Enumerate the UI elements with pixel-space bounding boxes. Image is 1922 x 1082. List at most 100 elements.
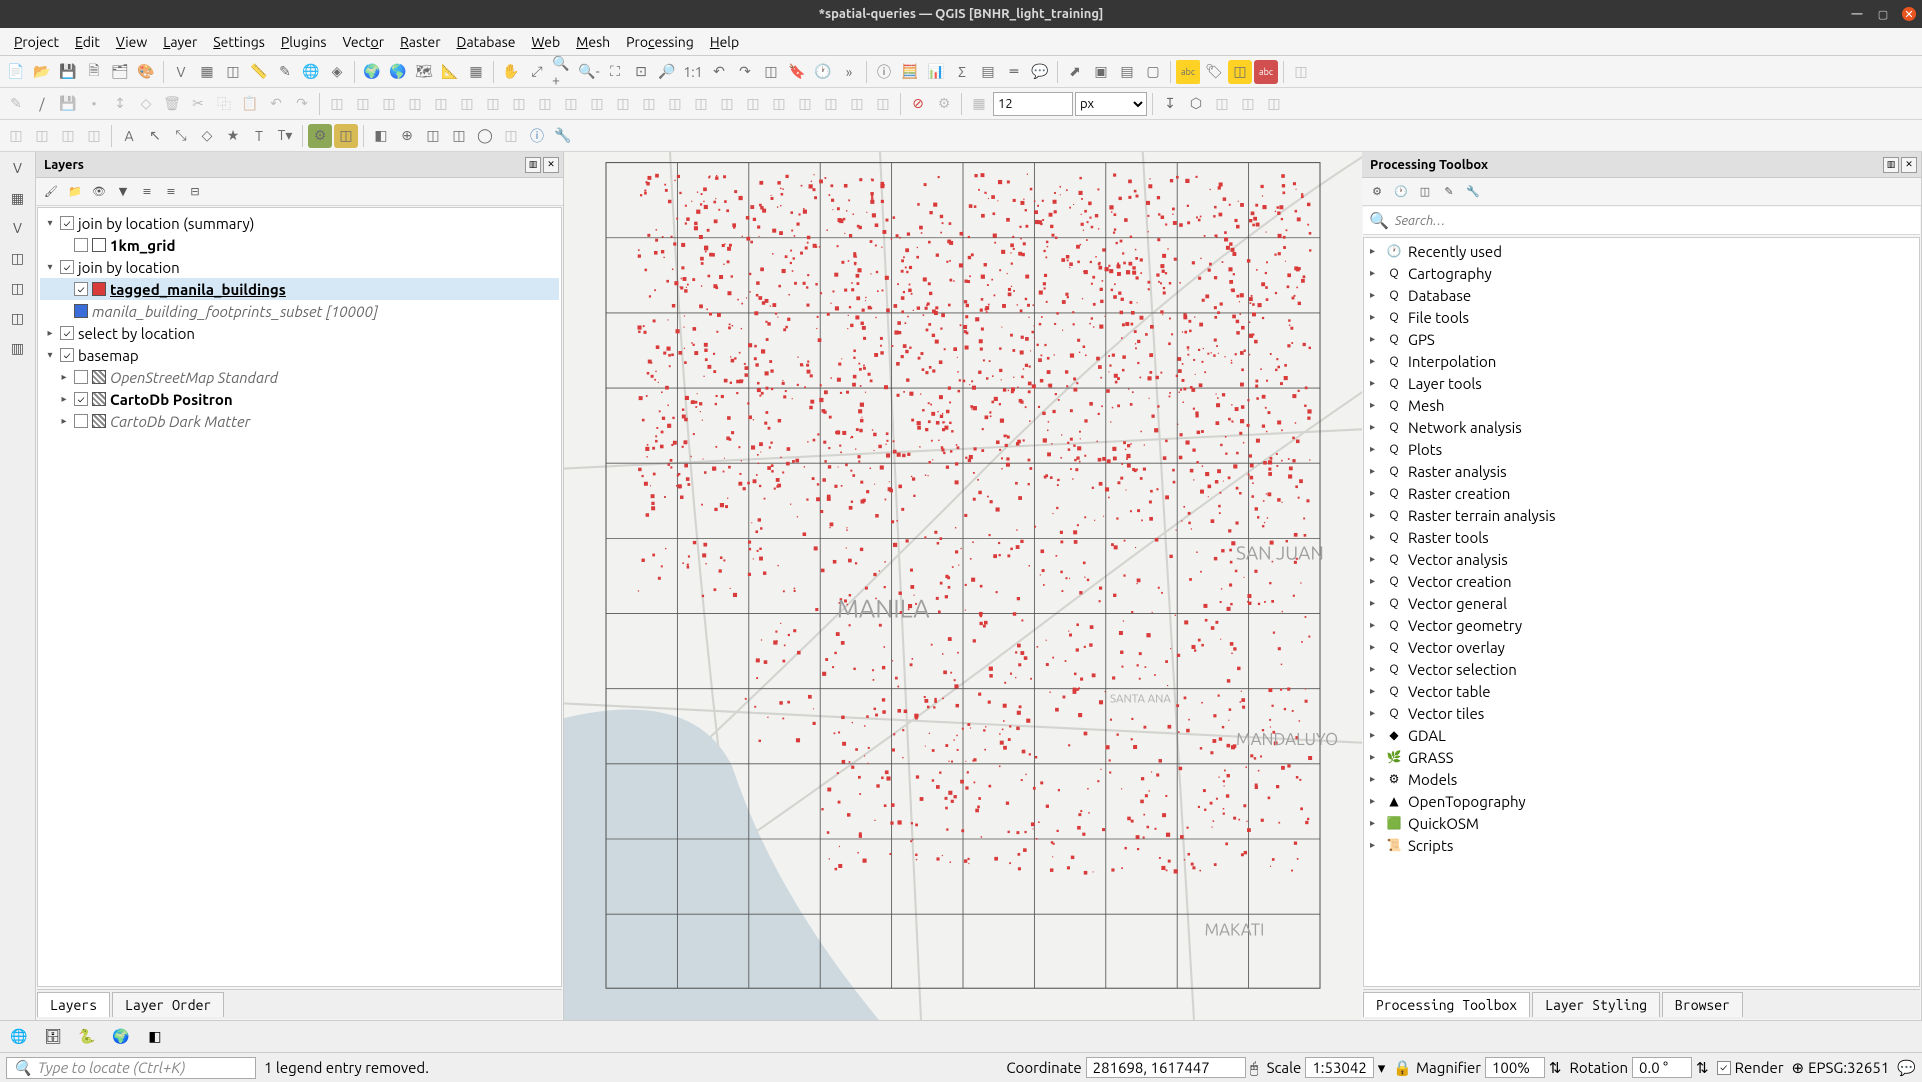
pan-icon[interactable]: ✋ bbox=[499, 60, 523, 84]
layer-visibility-checkbox[interactable] bbox=[74, 414, 88, 428]
map-tips-icon[interactable]: 💬 bbox=[1028, 60, 1052, 84]
history-icon[interactable]: ◫ bbox=[334, 124, 358, 148]
magnifier-spinner-icon[interactable]: ⇅ bbox=[1549, 1059, 1562, 1077]
expand-icon[interactable]: ▸ bbox=[1370, 487, 1380, 499]
toolbox-tree[interactable]: ▸🕐Recently used▸QCartography▸QDatabase▸Q… bbox=[1363, 237, 1920, 987]
table-icon[interactable]: ▦ bbox=[464, 60, 488, 84]
wrench-icon[interactable]: 🔧 bbox=[551, 124, 575, 148]
toolbox-category[interactable]: ▸QInterpolation bbox=[1366, 350, 1917, 372]
expand-icon[interactable]: ▸ bbox=[1370, 773, 1380, 785]
layers-tree[interactable]: ▾join by location (summary)1km_grid▾join… bbox=[37, 207, 562, 987]
expand-icon[interactable]: ▸ bbox=[1370, 553, 1380, 565]
toolbox-results-icon[interactable]: ◫ bbox=[1416, 183, 1434, 201]
layer-visibility-checkbox[interactable] bbox=[60, 348, 74, 362]
toolbox-category[interactable]: ▸QLayer tools bbox=[1366, 372, 1917, 394]
layer-node[interactable]: ▾join by location (summary) bbox=[40, 212, 559, 234]
placeholder-icon[interactable]: ◫ bbox=[1289, 60, 1313, 84]
expand-icon[interactable]: ▸ bbox=[1370, 355, 1380, 367]
style-manager-icon[interactable]: 🎨 bbox=[134, 60, 158, 84]
annotation-label-icon[interactable]: T bbox=[247, 124, 271, 148]
gear-icon[interactable]: ⚙ bbox=[308, 124, 332, 148]
layer-visibility-checkbox[interactable] bbox=[74, 238, 88, 252]
identify-icon[interactable]: ⓘ bbox=[872, 60, 896, 84]
snap-v-icon[interactable]: ↧ bbox=[1158, 92, 1182, 116]
remove-icon[interactable]: ⊟ bbox=[186, 183, 204, 201]
annotation-select-icon[interactable]: ↖ bbox=[143, 124, 167, 148]
refresh-icon[interactable]: » bbox=[837, 60, 861, 84]
expand-icon[interactable]: ▸ bbox=[1370, 509, 1380, 521]
expand-icon[interactable]: ≡ bbox=[138, 183, 156, 201]
visibility-icon[interactable]: 👁 bbox=[90, 183, 108, 201]
side-memory-icon[interactable]: ◫ bbox=[6, 276, 30, 300]
toolbox-category[interactable]: ▸🕐Recently used bbox=[1366, 240, 1917, 262]
expand-icon[interactable]: ▸ bbox=[1370, 465, 1380, 477]
toolbox-category[interactable]: ▸QNetwork analysis bbox=[1366, 416, 1917, 438]
expand-icon[interactable]: ▸ bbox=[1370, 619, 1380, 631]
tab-layer-order[interactable]: Layer Order bbox=[112, 992, 224, 1017]
crs-icon[interactable]: ⊕ bbox=[1792, 1059, 1805, 1077]
extents-icon[interactable]: 🖰 bbox=[1250, 1059, 1259, 1077]
zoom-next-icon[interactable]: ↷ bbox=[733, 60, 757, 84]
expand-icon[interactable]: ▸ bbox=[1370, 663, 1380, 675]
lock-icon[interactable]: 🔒 bbox=[1393, 1059, 1412, 1077]
layer-visibility-checkbox[interactable] bbox=[60, 216, 74, 230]
toolbox-history-icon[interactable]: 🕐 bbox=[1392, 183, 1410, 201]
measure-icon[interactable]: 📏 bbox=[247, 60, 271, 84]
expand-icon[interactable]: ▸ bbox=[1370, 597, 1380, 609]
label-mask-icon[interactable]: ◫ bbox=[1228, 60, 1252, 84]
tab-layers[interactable]: Layers bbox=[37, 992, 110, 1017]
layer-node[interactable]: ▸select by location bbox=[40, 322, 559, 344]
style-icon[interactable]: 🖌 bbox=[42, 183, 60, 201]
side-add-vector-icon[interactable]: V bbox=[6, 156, 30, 180]
zoom-in-icon[interactable]: 🔍+ bbox=[551, 60, 575, 84]
toolbox-undock-icon[interactable]: ▥ bbox=[1883, 157, 1899, 173]
toolbox-search-input[interactable] bbox=[1395, 214, 1914, 228]
world-add-icon[interactable]: 🌐 bbox=[299, 60, 323, 84]
expand-icon[interactable]: ▸ bbox=[1370, 575, 1380, 587]
toolbox-category[interactable]: ▸🟩QuickOSM bbox=[1366, 812, 1917, 834]
map-view-icon[interactable]: 🗺 bbox=[412, 60, 436, 84]
expand-icon[interactable]: ▸ bbox=[1370, 267, 1380, 279]
expand-icon[interactable]: ▸ bbox=[1370, 531, 1380, 543]
expand-icon[interactable]: ▸ bbox=[1370, 245, 1380, 257]
save-project-icon[interactable]: 💾 bbox=[56, 60, 80, 84]
scale-value[interactable]: 1:53042 bbox=[1305, 1057, 1373, 1078]
raster-add-icon[interactable]: ▦ bbox=[195, 60, 219, 84]
sigma-icon[interactable]: Σ bbox=[950, 60, 974, 84]
toolbox-category[interactable]: ▸QVector overlay bbox=[1366, 636, 1917, 658]
toolbox-category[interactable]: ▸📜Scripts bbox=[1366, 834, 1917, 856]
snap-g-icon[interactable]: ⬡ bbox=[1184, 92, 1208, 116]
annotation-text2-icon[interactable]: T▾ bbox=[273, 124, 297, 148]
edit-line-icon[interactable]: / bbox=[30, 92, 54, 116]
expand-icon[interactable]: ▸ bbox=[1370, 795, 1380, 807]
toolbox-category[interactable]: ▸QRaster creation bbox=[1366, 482, 1917, 504]
layer-visibility-checkbox[interactable] bbox=[60, 260, 74, 274]
side-new-vector-icon[interactable]: V bbox=[6, 216, 30, 240]
toolbox-category[interactable]: ▸QMesh bbox=[1366, 394, 1917, 416]
toolbox-category[interactable]: ▸QVector table bbox=[1366, 680, 1917, 702]
zoom-layer-icon[interactable]: 🔎 bbox=[655, 60, 679, 84]
info-icon[interactable]: ⓘ bbox=[525, 124, 549, 148]
expand-icon[interactable]: ▸ bbox=[58, 415, 70, 427]
t3-a-icon[interactable]: ◧ bbox=[369, 124, 393, 148]
menu-project[interactable]: Project bbox=[6, 32, 67, 52]
expand-icon[interactable]: ▸ bbox=[44, 327, 56, 339]
scale-dropdown-icon[interactable]: ▾ bbox=[1378, 1059, 1386, 1077]
expand-icon[interactable]: ▸ bbox=[1370, 729, 1380, 741]
zoom-last-icon[interactable]: ↶ bbox=[707, 60, 731, 84]
t3-b-icon[interactable]: ⊕ bbox=[395, 124, 419, 148]
zoom-world-icon[interactable]: 🌎 bbox=[386, 60, 410, 84]
layer-visibility-checkbox[interactable] bbox=[74, 370, 88, 384]
minimize-button[interactable]: — bbox=[1850, 7, 1864, 21]
calculator-icon[interactable]: 🧮 bbox=[898, 60, 922, 84]
label-rule-icon[interactable]: 🏷 bbox=[1202, 60, 1226, 84]
side-gps-icon[interactable]: ◫ bbox=[6, 306, 30, 330]
expand-icon[interactable]: ▾ bbox=[44, 217, 56, 229]
toolbox-category[interactable]: ▸▲OpenTopography bbox=[1366, 790, 1917, 812]
expand-icon[interactable]: ▸ bbox=[1370, 707, 1380, 719]
temporal-icon[interactable]: 🕐 bbox=[811, 60, 835, 84]
messages-icon[interactable]: 💬 bbox=[1897, 1059, 1916, 1077]
layer-visibility-checkbox[interactable] bbox=[74, 392, 88, 406]
toolbox-category[interactable]: ▸◆GDAL bbox=[1366, 724, 1917, 746]
expand-icon[interactable]: ▸ bbox=[1370, 333, 1380, 345]
